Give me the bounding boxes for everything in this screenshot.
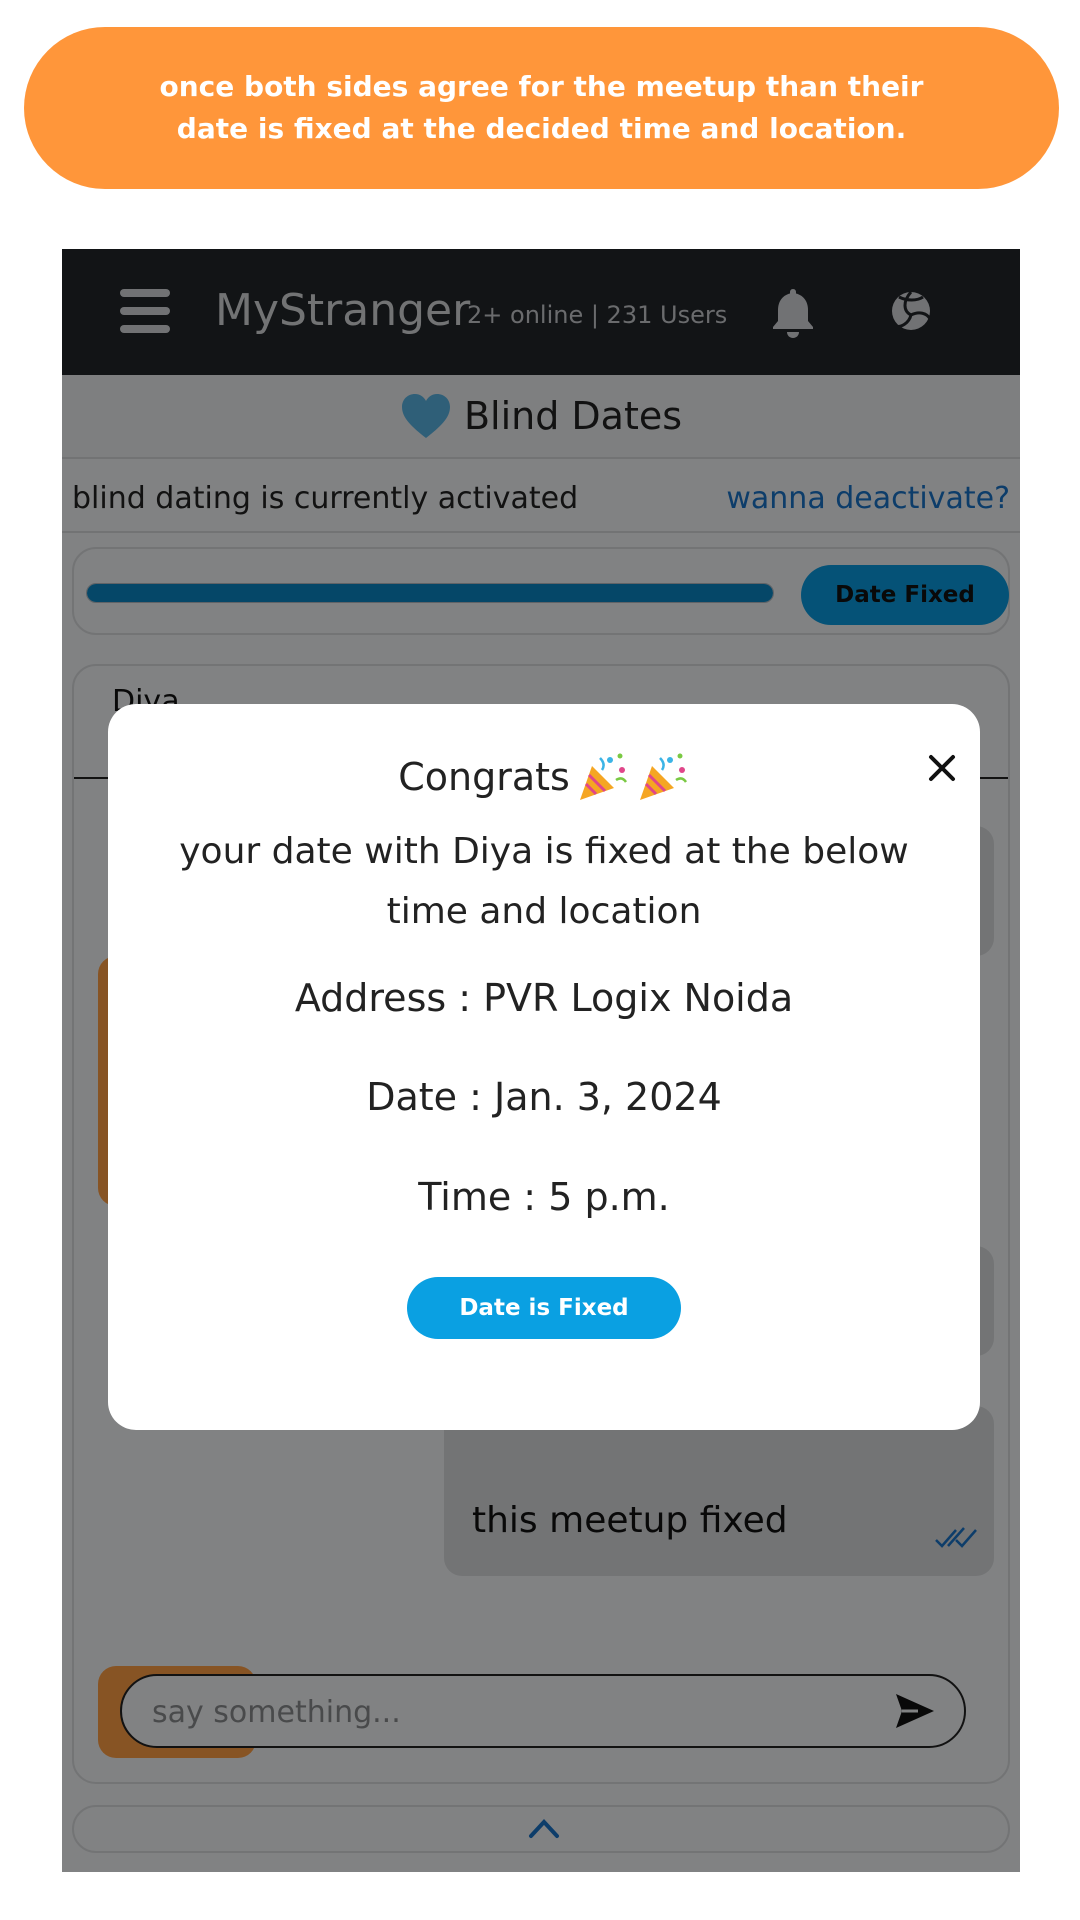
meetup-date: Date : Jan. 3, 2024 (366, 1075, 722, 1119)
date-fixed-modal: Congrats your date with Diya is fixed at (108, 704, 980, 1430)
party-popper-icon (639, 753, 687, 800)
meetup-address: Address : PVR Logix Noida (294, 976, 794, 1020)
modal-message: your date with Diya is fixed at the belo… (179, 831, 909, 932)
date-is-fixed-button[interactable]: Date is Fixed (407, 1277, 681, 1339)
app-screen: MyStranger 2+ online | 231 Users Blind D… (62, 249, 1020, 1872)
modal-title: Congrats (398, 755, 570, 799)
caption-line-2: date is fixed at the decided time and lo… (176, 112, 907, 145)
party-popper-icon (579, 753, 627, 800)
page-root: once both sides agree for the meetup tha… (0, 0, 1080, 1920)
modal-title-row: Congrats (108, 744, 980, 810)
caption-line-1: once both sides agree for the meetup tha… (159, 70, 924, 103)
caption-banner: once both sides agree for the meetup tha… (24, 27, 1059, 189)
meetup-time: Time : 5 p.m. (418, 1175, 670, 1219)
